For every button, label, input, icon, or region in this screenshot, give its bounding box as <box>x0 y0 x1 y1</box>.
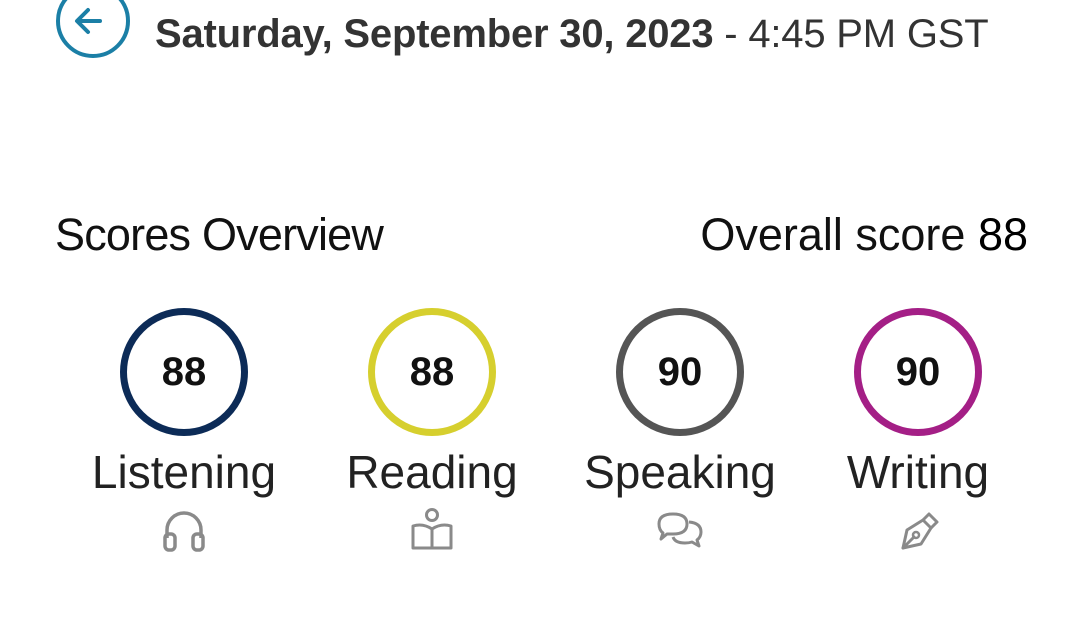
datetime-separator: - <box>713 12 749 56</box>
score-ring-reading: 88 <box>368 308 496 436</box>
score-ring-listening: 88 <box>120 308 248 436</box>
skill-reading: 88 Reading <box>322 300 542 554</box>
reading-book-icon <box>405 506 459 554</box>
arrow-left-circle-icon[interactable] <box>54 0 132 60</box>
score-value-listening: 88 <box>161 350 207 394</box>
back-button[interactable] <box>54 0 132 60</box>
skill-listening: 88 Listening <box>74 300 294 554</box>
speech-bubbles-icon <box>653 506 707 554</box>
score-ring-writing: 90 <box>854 308 982 436</box>
score-ring-speaking: 90 <box>616 308 744 436</box>
skill-writing: 90 Writing <box>808 300 1028 554</box>
session-date: Saturday, September 30, 2023 <box>155 12 714 56</box>
skill-label-reading: Reading <box>346 446 518 498</box>
skill-label-writing: Writing <box>846 446 990 498</box>
score-value-reading: 88 <box>409 350 455 394</box>
score-value-speaking: 90 <box>657 350 703 394</box>
overall-score-label: Overall score <box>700 209 978 260</box>
header: Saturday, September 30, 2023 - 4:45 PM G… <box>0 0 1080 70</box>
skill-scores: 88 Listening 88 Reading 90 Speaking 90 W… <box>0 300 1080 580</box>
skill-label-speaking: Speaking <box>584 446 776 498</box>
skill-label-listening: Listening <box>91 446 277 498</box>
session-datetime: Saturday, September 30, 2023 - 4:45 PM G… <box>155 12 989 56</box>
skill-speaking: 90 Speaking <box>570 300 790 554</box>
pen-nib-icon <box>891 506 945 554</box>
score-value-writing: 90 <box>895 350 941 394</box>
overall-score: Overall score 88 <box>700 210 1028 260</box>
session-time: 4:45 PM GST <box>748 12 989 56</box>
overall-score-value: 88 <box>977 209 1028 260</box>
headphones-icon <box>157 506 211 554</box>
scores-overview-title: Scores Overview <box>55 209 384 260</box>
